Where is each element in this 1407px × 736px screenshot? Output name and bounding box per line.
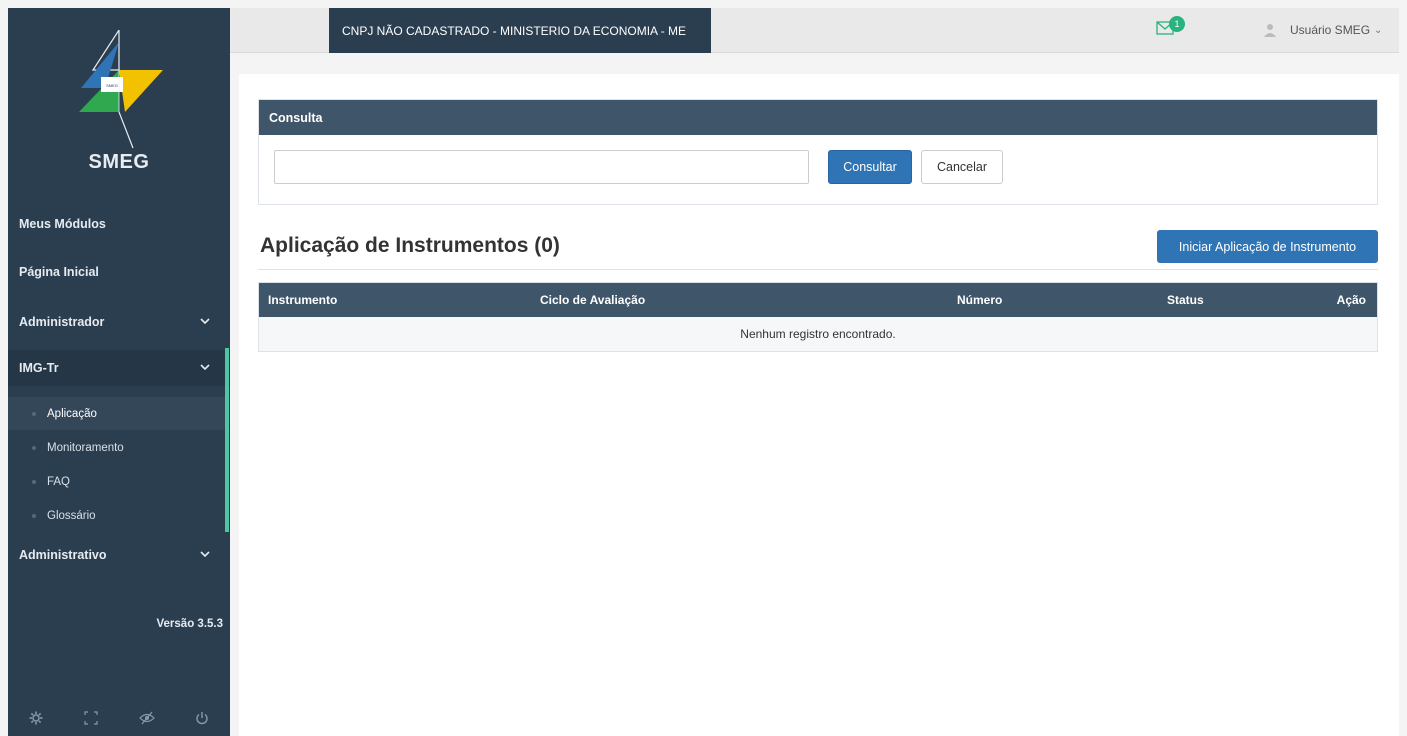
table-header: Instrumento Ciclo de Avaliação Número St… (259, 283, 1377, 317)
logo-small-text: SMEG (106, 83, 118, 88)
title-divider (258, 269, 1378, 270)
sidebar-subitem-glossario[interactable]: Glossário (8, 499, 225, 532)
empty-message: Nenhum registro encontrado. (740, 327, 896, 341)
sidebar-item-label: IMG-Tr (19, 361, 59, 375)
user-menu[interactable]: Usuário SMEG ⌄ (1264, 21, 1382, 39)
column-header-numero[interactable]: Número (957, 293, 1002, 307)
search-input[interactable] (274, 150, 809, 184)
consultar-button[interactable]: Consultar (828, 150, 912, 184)
gear-icon[interactable] (28, 710, 44, 726)
sidebar-item-img-tr[interactable]: IMG-Tr (8, 350, 230, 386)
sidebar-item-pagina-inicial[interactable]: Página Inicial (8, 254, 230, 290)
sidebar-subitem-faq[interactable]: FAQ (8, 465, 225, 498)
version-label: Versão 3.5.3 (156, 618, 224, 630)
sidebar-footer (8, 700, 230, 736)
sidebar-subitem-label: Aplicação (47, 407, 97, 420)
table-empty-row: Nenhum registro encontrado. (259, 317, 1377, 351)
eye-off-icon[interactable] (138, 710, 155, 726)
fullscreen-icon[interactable] (83, 710, 99, 726)
notification-badge[interactable]: 1 (1169, 16, 1185, 32)
cancel-button[interactable]: Cancelar (921, 150, 1003, 184)
active-section-indicator (225, 348, 229, 532)
logo-text: SMEG (88, 151, 150, 173)
sidebar-item-label: Administrativo (19, 548, 107, 562)
sidebar-item-label: Meus Módulos (19, 217, 106, 231)
sidebar-item-label: Administrador (19, 315, 105, 329)
bullet-icon (32, 412, 36, 416)
column-header-status[interactable]: Status (1167, 293, 1204, 307)
column-header-ciclo[interactable]: Ciclo de Avaliação (540, 293, 645, 307)
user-name: Usuário SMEG (1290, 23, 1371, 37)
organization-label: CNPJ NÃO CADASTRADO - MINISTERIO DA ECON… (329, 8, 711, 53)
sidebar: SMEG SMEG Meus Módulos Página Inicial Ad… (8, 8, 230, 736)
sidebar-item-administrativo[interactable]: Administrativo (8, 537, 230, 573)
column-header-acao: Ação (1336, 293, 1366, 307)
bullet-icon (32, 446, 36, 450)
column-header-instrumento[interactable]: Instrumento (268, 293, 337, 307)
sidebar-item-administrador[interactable]: Administrador (8, 304, 230, 340)
chevron-down-icon: ⌄ (1374, 24, 1383, 36)
sidebar-subitem-monitoramento[interactable]: Monitoramento (8, 431, 225, 464)
sidebar-subitem-aplicacao[interactable]: Aplicação (8, 397, 225, 430)
user-icon (1264, 23, 1278, 37)
smeg-logo-icon: SMEG (79, 30, 163, 149)
sidebar-item-meus-modulos[interactable]: Meus Módulos (8, 206, 230, 242)
bullet-icon (32, 480, 36, 484)
page-title: Aplicação de Instrumentos (0) (260, 234, 560, 257)
start-instrument-button[interactable]: Iniciar Aplicação de Instrumento (1157, 230, 1378, 263)
power-icon[interactable] (194, 710, 210, 726)
top-bar: CNPJ NÃO CADASTRADO - MINISTERIO DA ECON… (230, 8, 1399, 53)
app-root: SMEG SMEG Meus Módulos Página Inicial Ad… (0, 0, 1407, 736)
chevron-down-icon (198, 314, 212, 328)
consulta-panel: Consulta Consultar Cancelar (258, 99, 1378, 205)
bullet-icon (32, 514, 36, 518)
logo: SMEG SMEG (8, 8, 230, 198)
chevron-down-icon (198, 360, 212, 374)
sidebar-subitem-label: FAQ (47, 475, 71, 488)
sidebar-item-label: Página Inicial (19, 265, 99, 279)
sidebar-subitem-label: Glossário (47, 509, 96, 522)
sidebar-subitem-label: Monitoramento (47, 441, 124, 454)
chevron-down-icon (198, 547, 212, 561)
instruments-table: Instrumento Ciclo de Avaliação Número St… (258, 282, 1378, 352)
main-content: Consulta Consultar Cancelar Aplicação de… (239, 74, 1399, 736)
panel-title: Consulta (259, 100, 1377, 135)
